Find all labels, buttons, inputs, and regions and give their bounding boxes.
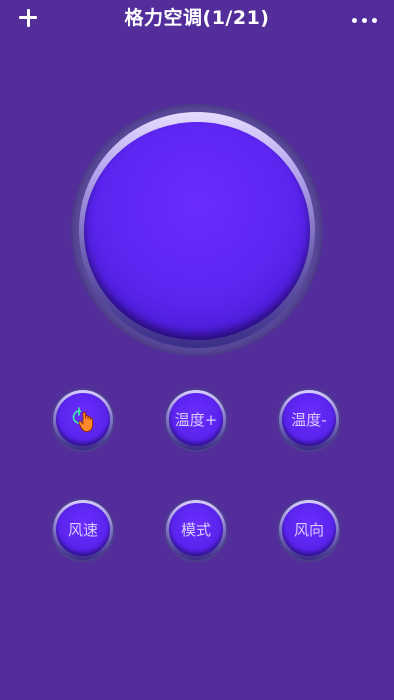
temp-up-label: 温度+	[174, 411, 218, 429]
temp-down-label: 温度-	[291, 411, 327, 429]
main-button-housing	[71, 104, 323, 356]
more-dots-icon[interactable]	[348, 10, 382, 30]
page-title: 格力空调(1/21)	[124, 7, 270, 29]
temp-down-button[interactable]: 温度-	[277, 388, 341, 452]
power-button[interactable]	[51, 388, 115, 452]
wind-direction-label: 风向	[293, 521, 324, 539]
fan-speed-button[interactable]: 风速	[51, 498, 115, 562]
fan-speed-label: 风速	[67, 521, 98, 539]
mode-label: 模式	[180, 521, 211, 539]
title-bar: 格力空调(1/21)	[0, 0, 394, 38]
temp-up-button[interactable]: 温度+	[164, 388, 228, 452]
wind-direction-button[interactable]: 风向	[277, 498, 341, 562]
main-round-button[interactable]	[84, 122, 310, 340]
touch-power-icon	[72, 406, 94, 432]
main-button-ring	[79, 112, 315, 348]
mode-button[interactable]: 模式	[164, 498, 228, 562]
